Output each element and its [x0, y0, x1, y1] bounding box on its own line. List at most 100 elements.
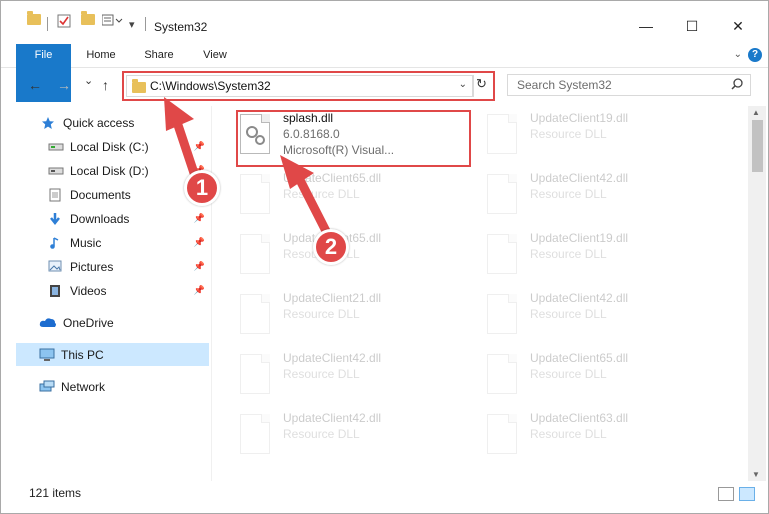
dll-file-icon	[487, 114, 517, 154]
dll-file-icon	[240, 414, 270, 454]
file-name: UpdateClient63.dll	[530, 411, 629, 425]
drive-icon	[48, 140, 64, 154]
tiles-view-icon[interactable]	[739, 487, 755, 501]
file-type: Resource DLL	[530, 247, 607, 261]
recent-locations-button[interactable]: ⌄	[84, 74, 93, 87]
status-bar: 121 items	[1, 483, 768, 513]
file-item[interactable]: UpdateClient42.dll Resource DLL	[483, 166, 718, 224]
customize-toolbar-icon[interactable]	[102, 14, 124, 26]
help-icon[interactable]: ?	[748, 48, 762, 62]
properties-icon[interactable]	[57, 14, 71, 28]
sidebar-item-label: Videos	[70, 283, 107, 298]
sidebar-item-label: Downloads	[70, 211, 130, 226]
dll-file-icon	[240, 354, 270, 394]
file-name: UpdateClient42.dll	[530, 171, 629, 185]
close-button[interactable]: ✕	[715, 14, 761, 38]
sidebar-item-network[interactable]: Network	[16, 375, 209, 398]
music-icon	[48, 236, 64, 250]
chevron-down-icon[interactable]: ⌄	[459, 79, 467, 90]
maximize-button[interactable]: ☐	[669, 14, 715, 38]
folder-icon	[132, 79, 146, 93]
file-name: UpdateClient19.dll	[530, 231, 629, 245]
search-input[interactable]: Search System32	[517, 78, 612, 92]
dll-file-icon	[240, 294, 270, 334]
file-item[interactable]: UpdateClient19.dll Resource DLL	[483, 226, 718, 284]
file-name: UpdateClient42.dll	[283, 351, 382, 365]
title-bar: ▾ System32 — ☐ ✕	[1, 1, 768, 40]
sidebar-item-label: Music	[70, 235, 102, 250]
ribbon-tabs: File Home Share View ⌄ ?	[1, 44, 768, 102]
dll-file-icon	[487, 174, 517, 214]
scroll-down-icon[interactable]: ▼	[752, 470, 760, 479]
refresh-button[interactable]: ↻	[472, 76, 490, 96]
file-type: Resource DLL	[530, 367, 607, 381]
sidebar-item-label: Local Disk (D:)	[70, 163, 149, 178]
forward-button[interactable]: →	[57, 77, 71, 93]
sidebar-item-label: This PC	[61, 347, 104, 362]
back-button[interactable]: ←	[28, 77, 42, 93]
sidebar-item-label: Documents	[70, 187, 131, 202]
divider	[47, 17, 48, 31]
search-icon[interactable]	[731, 78, 743, 93]
sidebar-item-label: Local Disk (C:)	[70, 139, 149, 154]
window-title: System32	[154, 20, 208, 34]
item-count: 121 items	[29, 486, 82, 500]
divider	[145, 17, 146, 31]
sidebar-item-label: OneDrive	[63, 315, 114, 330]
step-2-badge: 2	[313, 229, 349, 265]
chevron-down-icon[interactable]: ▾	[129, 18, 135, 31]
network-icon	[39, 380, 55, 394]
file-name: UpdateClient42.dll	[283, 411, 382, 425]
sidebar-item-label: Pictures	[70, 259, 114, 274]
arrow-2-head	[280, 155, 314, 189]
arrow-2	[295, 175, 333, 240]
scrollbar-thumb[interactable]	[752, 120, 763, 172]
file-name: UpdateClient19.dll	[530, 111, 629, 125]
drive-icon	[48, 164, 64, 178]
tab-share[interactable]: Share	[135, 44, 183, 67]
file-name: UpdateClient21.dll	[283, 291, 382, 305]
search-box[interactable]: Search System32	[507, 74, 751, 96]
dll-file-icon	[487, 234, 517, 274]
up-button[interactable]: ↑	[102, 77, 109, 93]
explorer-window: ▾ System32 — ☐ ✕ File Home Share View ⌄ …	[0, 0, 769, 514]
file-type: Resource DLL	[530, 427, 607, 441]
file-item[interactable]: UpdateClient19.dll Resource DLL	[483, 106, 718, 164]
sidebar-item-onedrive[interactable]: OneDrive	[16, 311, 209, 334]
minimize-button[interactable]: —	[623, 14, 669, 38]
file-item[interactable]: UpdateClient42.dll Resource DLL	[236, 346, 471, 404]
downloads-icon	[48, 212, 64, 226]
expand-ribbon-icon[interactable]: ⌄	[734, 49, 742, 60]
file-item[interactable]: UpdateClient42.dll Resource DLL	[236, 406, 471, 464]
tab-view[interactable]: View	[191, 44, 239, 67]
file-type: Resource DLL	[283, 307, 360, 321]
dll-file-icon	[487, 294, 517, 334]
sidebar-item-label: Network	[61, 379, 106, 394]
file-item[interactable]: UpdateClient21.dll Resource DLL	[236, 286, 471, 344]
file-item[interactable]: UpdateClient63.dll Resource DLL	[483, 406, 718, 464]
dll-file-icon	[487, 354, 517, 394]
file-type: Resource DLL	[530, 127, 607, 141]
computer-icon	[39, 348, 55, 362]
dll-file-icon	[487, 414, 517, 454]
sidebar-item-this-pc[interactable]: This PC	[16, 343, 209, 366]
pin-icon[interactable]: 📌	[194, 285, 205, 296]
new-folder-icon[interactable]	[81, 11, 95, 25]
vertical-scrollbar[interactable]: ▲ ▼	[748, 106, 766, 481]
sidebar-item-label: Quick access	[63, 115, 135, 130]
scroll-up-icon[interactable]: ▲	[752, 108, 760, 117]
details-view-icon[interactable]	[718, 487, 734, 501]
file-item[interactable]: UpdateClient42.dll Resource DLL	[483, 286, 718, 344]
file-type: Resource DLL	[530, 307, 607, 321]
step-1-badge: 1	[184, 170, 220, 206]
star-icon	[41, 116, 57, 130]
documents-icon	[48, 188, 64, 202]
file-item[interactable]: UpdateClient65.dll Resource DLL	[483, 346, 718, 404]
file-name: UpdateClient42.dll	[530, 291, 629, 305]
tab-home[interactable]: Home	[77, 44, 125, 67]
videos-icon	[48, 284, 64, 298]
folder-icon[interactable]	[27, 11, 41, 25]
sidebar-item-videos[interactable]: Videos 📌	[16, 279, 209, 302]
file-name: UpdateClient65.dll	[530, 351, 629, 365]
cloud-icon	[39, 316, 57, 330]
